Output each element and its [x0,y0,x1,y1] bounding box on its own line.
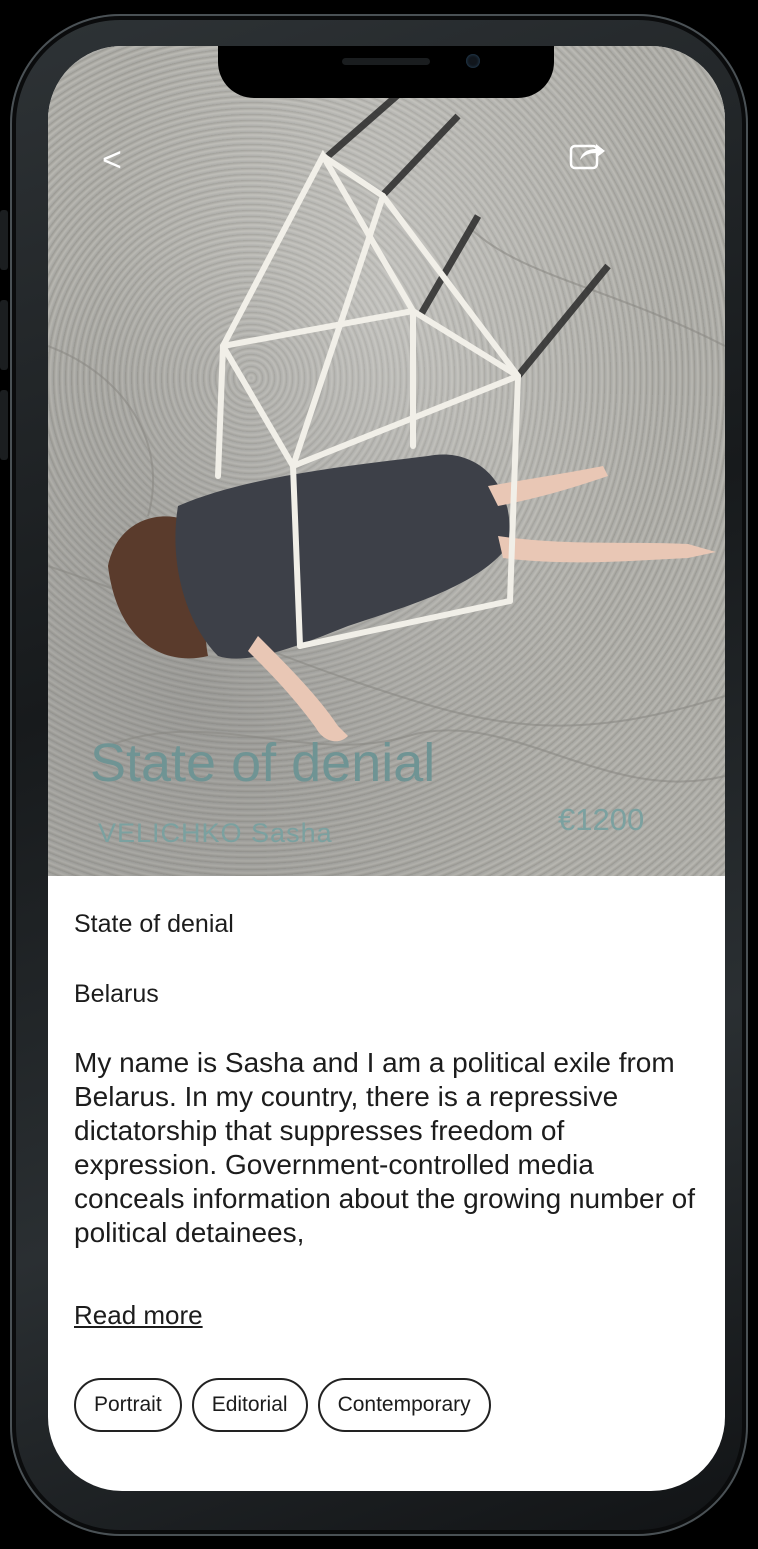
details-title: State of denial [74,910,234,938]
tag-contemporary[interactable]: Contemporary [317,1378,491,1432]
artwork-description: My name is Sasha and I am a political ex… [74,1047,696,1248]
artwork-title: State of denial [90,733,436,793]
read-more-link[interactable]: Read more [74,1300,203,1331]
tag-portrait[interactable]: Portrait [74,1378,182,1432]
app-screen: < State of denial VELICHKO Sasha €1200 S… [48,46,725,1491]
artist-country: Belarus [74,980,159,1008]
share-button[interactable] [568,138,608,174]
notch [218,46,554,98]
tag-list: Portrait Editorial Contemporary [74,1378,491,1432]
artwork-price: €1200 [558,802,645,837]
share-icon [569,144,605,170]
tag-editorial[interactable]: Editorial [191,1378,308,1432]
phone-device: < State of denial VELICHKO Sasha €1200 S… [0,0,758,1549]
artist-name[interactable]: VELICHKO Sasha [98,818,333,849]
front-camera [466,54,480,68]
artwork-image: < State of denial VELICHKO Sasha €1200 [48,46,725,876]
side-button-silent [0,210,8,270]
side-button-volume-up [0,300,8,370]
back-button[interactable]: < [102,140,134,180]
speaker-grille [342,58,430,65]
side-button-volume-down [0,390,8,460]
